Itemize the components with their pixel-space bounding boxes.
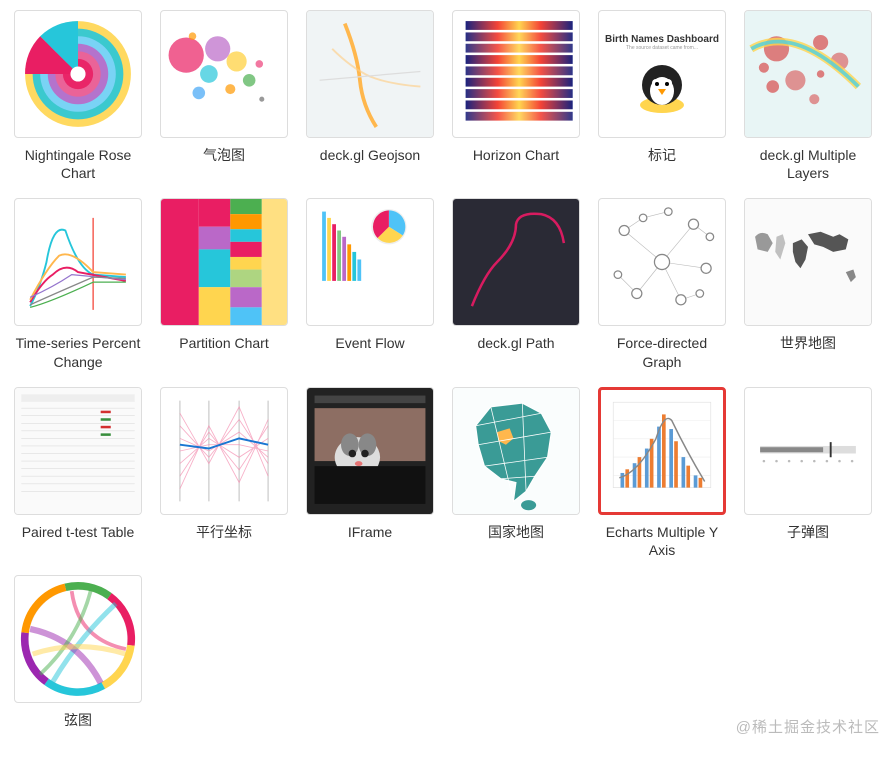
chart-thumbnail [14, 575, 142, 703]
chart-label: Nightingale Rose Chart [14, 146, 142, 182]
chart-thumbnail [14, 387, 142, 515]
chart-label: 世界地图 [780, 334, 836, 370]
chart-thumbnail [598, 198, 726, 326]
markup-subtitle: The source dataset came from... [626, 45, 698, 51]
chart-label: 弦图 [64, 711, 92, 747]
watermark-text: @稀土掘金技术社区 [736, 716, 880, 737]
chart-label: Horizon Chart [473, 146, 559, 182]
chart-card-bullet[interactable]: 子弹图 [744, 387, 872, 559]
chart-label: 子弹图 [787, 523, 829, 559]
chart-thumbnail [14, 10, 142, 138]
chart-label: Partition Chart [179, 334, 268, 370]
chart-label: deck.gl Geojson [320, 146, 420, 182]
chart-type-gallery: Nightingale Rose Chart 气泡图 [14, 10, 882, 747]
chart-thumbnail [306, 387, 434, 515]
chart-card-deckgl-path[interactable]: deck.gl Path [452, 198, 580, 370]
chart-thumbnail: Birth Names Dashboard The source dataset… [598, 10, 726, 138]
chart-label: 国家地图 [488, 523, 544, 559]
chart-thumbnail [160, 198, 288, 326]
chart-label: 平行坐标 [196, 523, 252, 559]
chart-card-parallel-coords[interactable]: 平行坐标 [160, 387, 288, 559]
chart-card-world-map[interactable]: 世界地图 [744, 198, 872, 370]
chart-label: Force-directed Graph [598, 334, 726, 370]
chart-thumbnail [160, 10, 288, 138]
chart-label: deck.gl Multiple Layers [744, 146, 872, 182]
chart-thumbnail [452, 198, 580, 326]
chart-thumbnail [452, 387, 580, 515]
chart-thumbnail [306, 198, 434, 326]
chart-label: IFrame [348, 523, 392, 559]
chart-card-partition[interactable]: Partition Chart [160, 198, 288, 370]
chart-thumbnail [598, 387, 726, 515]
chart-card-nightingale[interactable]: Nightingale Rose Chart [14, 10, 142, 182]
chart-label: 标记 [648, 146, 676, 182]
chart-card-country-map[interactable]: 国家地图 [452, 387, 580, 559]
chart-card-timeseries-pct[interactable]: Time-series Percent Change [14, 198, 142, 370]
chart-label: Time-series Percent Change [14, 334, 142, 370]
chart-thumbnail [452, 10, 580, 138]
chart-label: deck.gl Path [477, 334, 554, 370]
chart-card-chord[interactable]: 弦图 [14, 575, 142, 747]
chart-card-paired-ttest[interactable]: Paired t-test Table [14, 387, 142, 559]
chart-label: Paired t-test Table [22, 523, 135, 559]
chart-card-bubble[interactable]: 气泡图 [160, 10, 288, 182]
chart-card-deckgl-multiple[interactable]: deck.gl Multiple Layers [744, 10, 872, 182]
chart-thumbnail [744, 198, 872, 326]
chart-card-markup[interactable]: Birth Names Dashboard The source dataset… [598, 10, 726, 182]
chart-thumbnail [160, 387, 288, 515]
chart-card-event-flow[interactable]: Event Flow [306, 198, 434, 370]
chart-label: 气泡图 [203, 146, 245, 182]
chart-thumbnail [306, 10, 434, 138]
chart-card-horizon[interactable]: Horizon Chart [452, 10, 580, 182]
chart-card-echarts-multi-y[interactable]: Echarts Multiple Y Axis [598, 387, 726, 559]
chart-card-deckgl-geojson[interactable]: deck.gl Geojson [306, 10, 434, 182]
markup-title: Birth Names Dashboard [605, 34, 719, 45]
chart-card-iframe[interactable]: IFrame [306, 387, 434, 559]
chart-card-force-directed[interactable]: Force-directed Graph [598, 198, 726, 370]
chart-thumbnail [744, 387, 872, 515]
chart-label: Echarts Multiple Y Axis [598, 523, 726, 559]
chart-thumbnail [14, 198, 142, 326]
chart-label: Event Flow [335, 334, 404, 370]
chart-thumbnail [744, 10, 872, 138]
